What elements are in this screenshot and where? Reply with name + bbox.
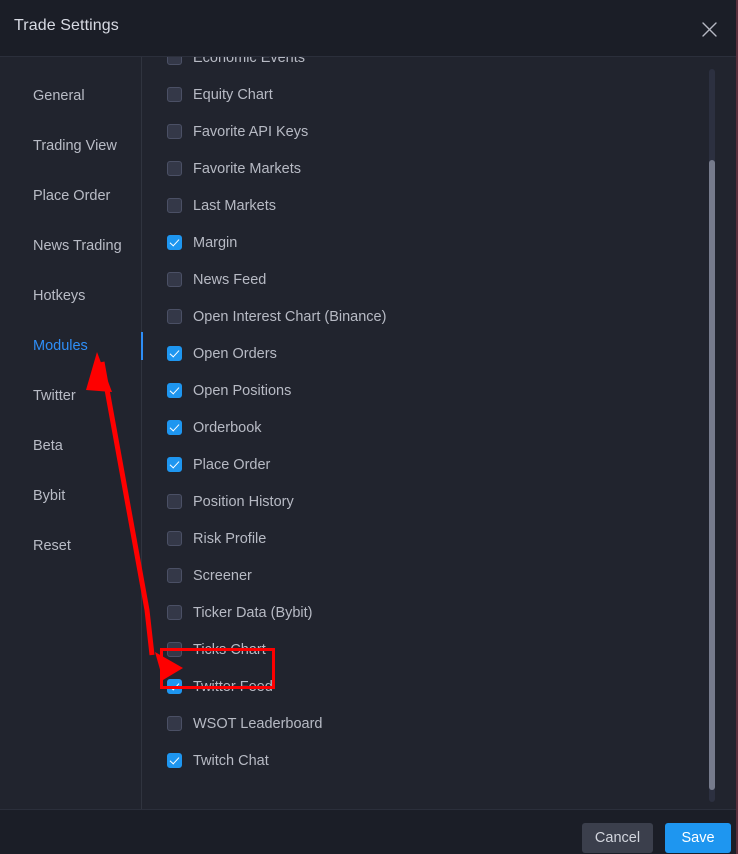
dialog-body: General Trading View Place Order News Tradi…: [0, 57, 738, 809]
module-row[interactable]: Favorite API Keys: [143, 113, 738, 150]
checkbox-unchecked-icon[interactable]: [167, 198, 182, 213]
module-label: Margin: [193, 234, 238, 251]
sidebar-item-modules[interactable]: Modules: [0, 332, 143, 360]
dialog-header: Trade Settings: [0, 0, 738, 57]
checkbox-checked-icon[interactable]: [167, 420, 182, 435]
modules-scroll-pane[interactable]: Economic Events Equity Chart Favorite API …: [143, 57, 738, 809]
sidebar-item-general[interactable]: General: [0, 82, 142, 110]
module-label: Equity Chart: [193, 86, 273, 103]
sidebar-item-label: News Trading: [33, 238, 122, 254]
module-row[interactable]: Margin: [143, 224, 738, 261]
sidebar-item-reset[interactable]: Reset: [0, 532, 142, 560]
module-row[interactable]: Place Order: [143, 446, 738, 483]
module-label: Open Positions: [193, 382, 292, 399]
module-label: WSOT Leaderboard: [193, 715, 323, 732]
checkbox-unchecked-icon[interactable]: [167, 642, 182, 657]
module-row[interactable]: Twitter Feed: [143, 668, 738, 705]
module-label: Twitter Feed: [193, 678, 273, 695]
module-row[interactable]: WSOT Leaderboard: [143, 705, 738, 742]
module-row[interactable]: Screener: [143, 557, 738, 594]
checkbox-unchecked-icon[interactable]: [167, 161, 182, 176]
module-row[interactable]: Twitch Chat: [143, 742, 738, 779]
module-label: Ticks Chart: [193, 641, 266, 658]
checkbox-checked-icon[interactable]: [167, 235, 182, 250]
checkbox-unchecked-icon[interactable]: [167, 309, 182, 324]
sidebar-item-hotkeys[interactable]: Hotkeys: [0, 282, 142, 310]
module-row[interactable]: Open Interest Chart (Binance): [143, 298, 738, 335]
module-row[interactable]: Ticker Data (Bybit): [143, 594, 738, 631]
module-label: Economic Events: [193, 57, 306, 66]
module-label: Position History: [193, 493, 294, 510]
sidebar-item-news-trading[interactable]: News Trading: [0, 232, 142, 260]
settings-sidebar: General Trading View Place Order News Tradi…: [0, 57, 143, 809]
module-row[interactable]: Orderbook: [143, 409, 738, 446]
sidebar-item-label: Bybit: [33, 488, 66, 504]
checkbox-checked-icon[interactable]: [167, 753, 182, 768]
close-icon[interactable]: [694, 14, 724, 44]
module-label: Orderbook: [193, 419, 262, 436]
checkbox-checked-icon[interactable]: [167, 679, 182, 694]
module-label: Open Orders: [193, 345, 277, 362]
module-row[interactable]: Risk Profile: [143, 520, 738, 557]
sidebar-item-trading-view[interactable]: Trading View: [0, 132, 142, 160]
module-label: Place Order: [193, 456, 271, 473]
sidebar-item-label: Beta: [33, 438, 63, 454]
checkbox-unchecked-icon[interactable]: [167, 568, 182, 583]
checkbox-unchecked-icon[interactable]: [167, 87, 182, 102]
module-label: Ticker Data (Bybit): [193, 604, 313, 621]
checkbox-checked-icon[interactable]: [167, 346, 182, 361]
module-label: Favorite Markets: [193, 160, 301, 177]
checkbox-unchecked-icon[interactable]: [167, 57, 182, 65]
sidebar-item-label: Modules: [33, 338, 88, 354]
module-row[interactable]: Position History: [143, 483, 738, 520]
checkbox-unchecked-icon[interactable]: [167, 531, 182, 546]
checkbox-checked-icon[interactable]: [167, 457, 182, 472]
page-title: Trade Settings: [14, 17, 119, 34]
module-row[interactable]: Open Orders: [143, 335, 738, 372]
sidebar-item-label: Hotkeys: [33, 288, 86, 304]
module-row[interactable]: Last Markets: [143, 187, 738, 224]
checkbox-unchecked-icon[interactable]: [167, 272, 182, 287]
module-label: Last Markets: [193, 197, 276, 214]
checkbox-unchecked-icon[interactable]: [167, 605, 182, 620]
module-row[interactable]: Equity Chart: [143, 76, 738, 113]
dialog-footer: Cancel Save: [0, 809, 738, 854]
sidebar-item-label: Trading View: [33, 138, 117, 154]
checkbox-unchecked-icon[interactable]: [167, 716, 182, 731]
checkbox-checked-icon[interactable]: [167, 383, 182, 398]
sidebar-item-label: General: [33, 88, 85, 104]
module-row[interactable]: Economic Events: [143, 57, 738, 76]
sidebar-item-label: Place Order: [33, 188, 111, 204]
module-row[interactable]: News Feed: [143, 261, 738, 298]
scrollbar-thumb[interactable]: [709, 160, 715, 790]
module-label: Screener: [193, 567, 252, 584]
module-row[interactable]: Ticks Chart: [143, 631, 738, 668]
module-row[interactable]: Open Positions: [143, 372, 738, 409]
sidebar-item-beta[interactable]: Beta: [0, 432, 142, 460]
checkbox-unchecked-icon[interactable]: [167, 494, 182, 509]
cancel-button[interactable]: Cancel: [582, 823, 653, 853]
module-label: Open Interest Chart (Binance): [193, 308, 387, 325]
module-label: Favorite API Keys: [193, 123, 309, 140]
sidebar-item-label: Reset: [33, 538, 71, 554]
sidebar-item-place-order[interactable]: Place Order: [0, 182, 142, 210]
checkbox-unchecked-icon[interactable]: [167, 124, 182, 139]
trade-settings-dialog: Trade Settings General Trading View Place …: [0, 0, 738, 854]
modules-checkbox-list: Economic Events Equity Chart Favorite API …: [143, 57, 738, 779]
sidebar-item-label: Twitter: [33, 388, 76, 404]
module-label: News Feed: [193, 271, 267, 288]
module-row[interactable]: Favorite Markets: [143, 150, 738, 187]
sidebar-item-twitter[interactable]: Twitter: [0, 382, 142, 410]
module-label: Twitch Chat: [193, 752, 269, 769]
sidebar-item-bybit[interactable]: Bybit: [0, 482, 142, 510]
save-button[interactable]: Save: [665, 823, 731, 853]
module-label: Risk Profile: [193, 530, 267, 547]
